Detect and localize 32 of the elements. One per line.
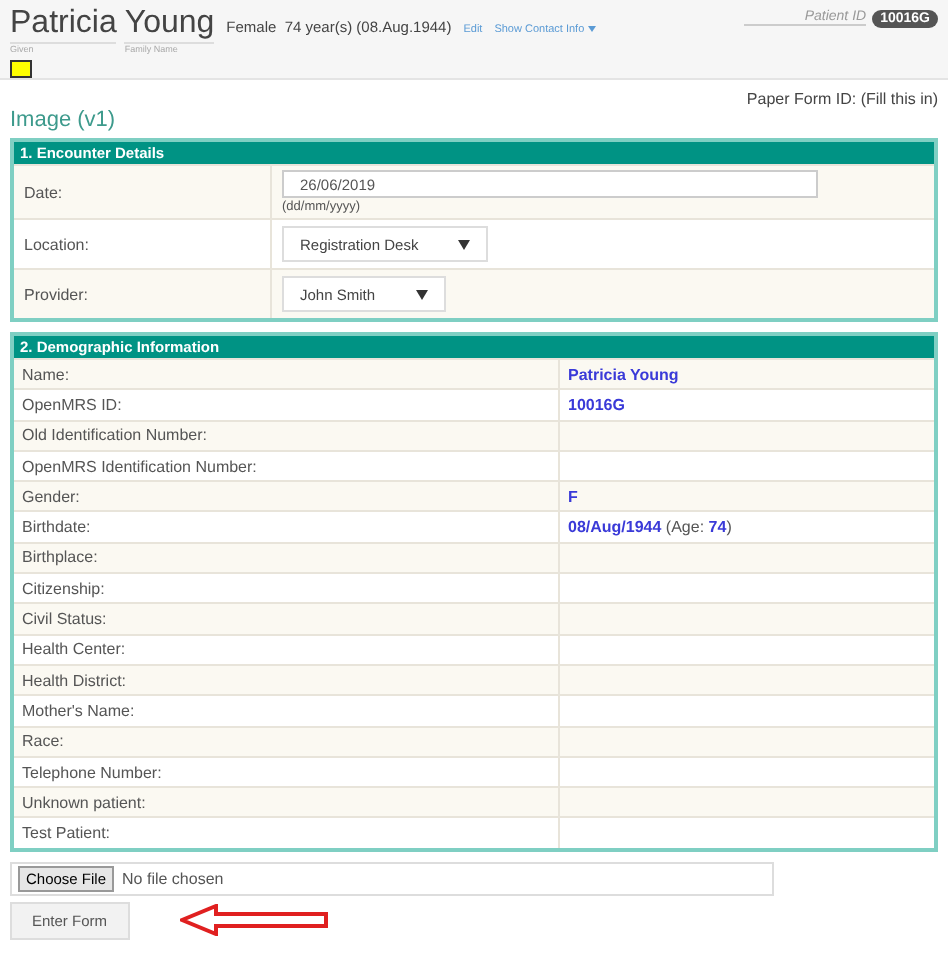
field-label: Race:	[22, 732, 64, 751]
caret-icon	[415, 289, 428, 299]
sticky-note-icon	[10, 60, 32, 78]
field-label: Test Patient:	[22, 824, 111, 843]
field-label: Birthplace:	[22, 548, 98, 567]
paper-form-id: Paper Form ID: (Fill this in)	[744, 90, 938, 108]
field-label: Date:	[24, 183, 63, 201]
field-value: F	[568, 487, 578, 506]
file-status: No file chosen	[122, 869, 224, 888]
given-name: Patricia	[10, 6, 117, 44]
family-name: Young	[124, 6, 215, 44]
form-title: Image (v1)	[10, 108, 118, 132]
caret-icon	[458, 239, 471, 249]
field-value: 08/Aug/1944 (Age: 74)	[568, 518, 732, 537]
field-value: 10016G	[568, 395, 625, 414]
field-label: Health Center:	[22, 640, 126, 659]
field-label: Unknown patient:	[22, 793, 146, 812]
field-label: Location:	[24, 235, 89, 253]
field-label: Health District:	[22, 671, 127, 690]
field-label: OpenMRS ID:	[22, 395, 122, 414]
field-label: Gender:	[22, 487, 80, 506]
field-label: OpenMRS Identification Number:	[22, 457, 257, 476]
field-label: Birthdate:	[22, 518, 91, 537]
field-label: Name:	[22, 365, 70, 384]
caret-icon	[587, 26, 596, 32]
field-label: Citizenship:	[22, 579, 105, 598]
field-value: Patricia Young	[568, 365, 679, 384]
field-label: Telephone Number:	[22, 763, 162, 781]
field-label: Old Identification Number:	[22, 426, 207, 445]
field-label: Mother's Name:	[22, 701, 135, 720]
field-label: Provider:	[24, 285, 89, 303]
field-label: Civil Status:	[22, 610, 107, 629]
